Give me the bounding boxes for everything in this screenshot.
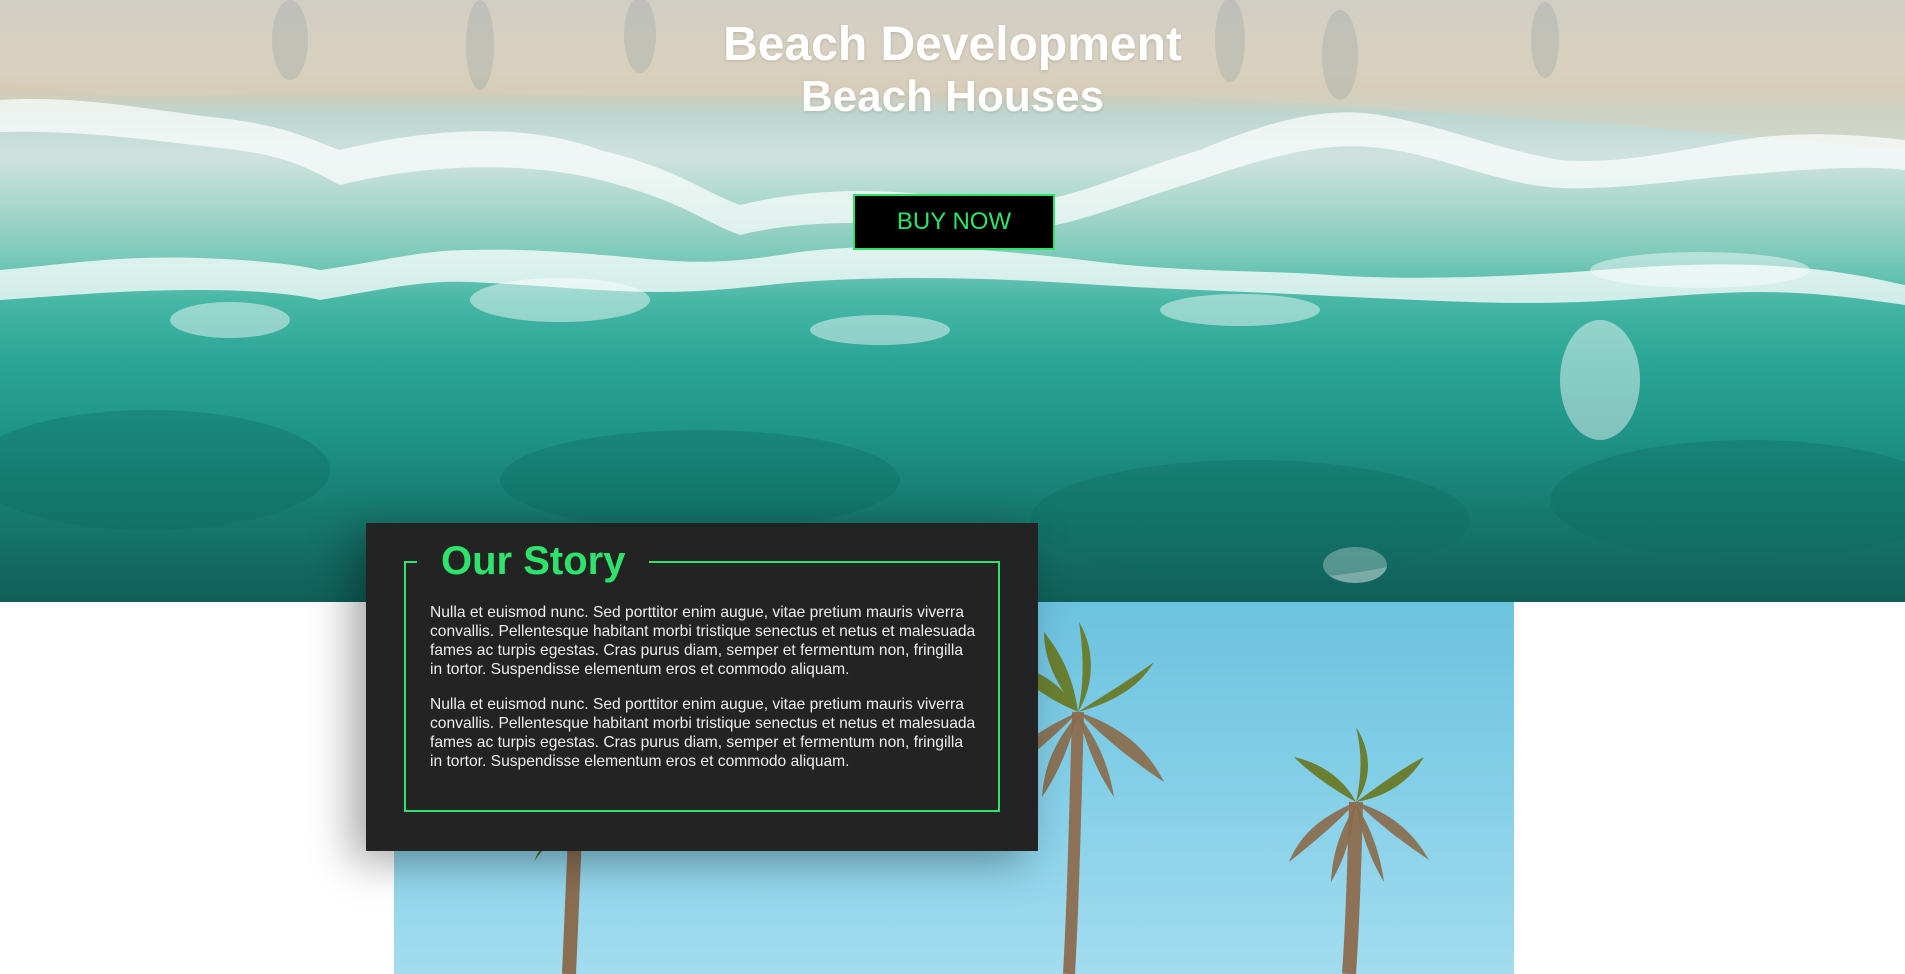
- buy-now-button[interactable]: BUY NOW: [853, 194, 1055, 250]
- story-paragraph: Nulla et euismod nunc. Sed porttitor eni…: [430, 696, 976, 770]
- palm-tree-right: [1289, 727, 1429, 974]
- hero-subtitle: Beach Houses: [800, 72, 1105, 121]
- story-paragraph: Nulla et euismod nunc. Sed porttitor eni…: [430, 604, 976, 678]
- story-title: Our Story: [417, 537, 650, 585]
- our-story-card: Our Story Nulla et euismod nunc. Sed por…: [366, 523, 1038, 851]
- hero-title: Beach Development: [723, 18, 1182, 71]
- hero-banner: Beach Development Beach Houses BUY NOW: [0, 0, 1905, 602]
- story-body: Nulla et euismod nunc. Sed porttitor eni…: [430, 603, 976, 787]
